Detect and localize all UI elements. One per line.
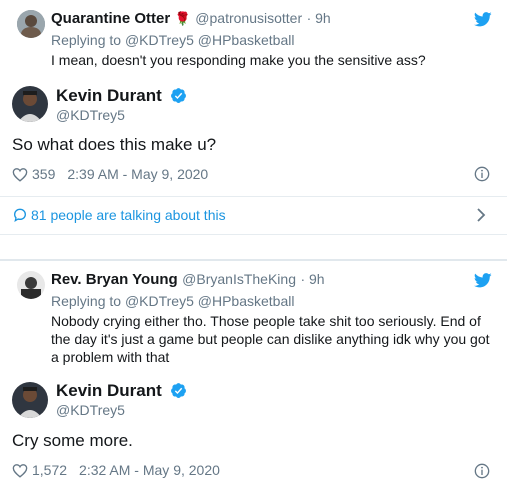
author-handle[interactable]: @KDTrey5 bbox=[56, 107, 125, 123]
tweet-meta: 359 2:39 AM - May 9, 2020 bbox=[12, 166, 208, 182]
timestamp[interactable]: 2:39 AM - May 9, 2020 bbox=[67, 166, 208, 182]
info-icon[interactable] bbox=[474, 463, 490, 479]
tweet-header: Quarantine Otter 🌹 @patronusisotter · 9h bbox=[51, 10, 331, 28]
verified-badge-icon bbox=[171, 383, 187, 398]
tweet-text-line: Nobody crying either tho. Those people t… bbox=[51, 313, 481, 329]
info-icon[interactable] bbox=[474, 166, 490, 182]
speech-bubble-icon bbox=[13, 208, 27, 223]
tweet-time[interactable]: · 9h bbox=[300, 271, 324, 287]
author-handle[interactable]: @BryanIsTheKing bbox=[182, 271, 296, 287]
avatar[interactable] bbox=[12, 382, 48, 418]
replying-to: Replying to @KDTrey5 @HPbasketball bbox=[51, 293, 294, 309]
twitter-bird-icon[interactable] bbox=[474, 12, 492, 27]
tweet-text-line: the day it's just a game but people can … bbox=[51, 331, 490, 347]
author-line: Kevin Durant bbox=[56, 86, 187, 106]
verified-badge-icon bbox=[171, 88, 187, 103]
avatar[interactable] bbox=[12, 86, 48, 122]
like-count[interactable]: 1,572 bbox=[32, 462, 67, 478]
tweet-time[interactable]: · 9h bbox=[307, 10, 331, 26]
tweet-text: So what does this make u? bbox=[12, 135, 217, 154]
author-name[interactable]: Kevin Durant bbox=[56, 86, 162, 105]
replying-prefix: Replying to bbox=[51, 32, 125, 48]
tweet-text: Nobody crying either tho. Those people t… bbox=[51, 312, 490, 366]
replying-handles[interactable]: @KDTrey5 @HPbasketball bbox=[125, 32, 295, 48]
author-name[interactable]: Quarantine Otter bbox=[51, 10, 170, 27]
tweet-text: Cry some more. bbox=[12, 431, 133, 450]
like-count[interactable]: 359 bbox=[32, 166, 55, 182]
replying-prefix: Replying to bbox=[51, 293, 125, 309]
tweet-meta: 1,572 2:32 AM - May 9, 2020 bbox=[12, 462, 220, 478]
twitter-bird-icon[interactable] bbox=[474, 273, 492, 288]
replying-handles[interactable]: @KDTrey5 @HPbasketball bbox=[125, 293, 295, 309]
tweet-text: I mean, doesn't you responding make you … bbox=[51, 52, 426, 68]
heart-icon[interactable] bbox=[12, 167, 28, 182]
author-name[interactable]: Kevin Durant bbox=[56, 381, 162, 400]
heart-icon[interactable] bbox=[12, 463, 28, 478]
tweet-text-line: a problem with that bbox=[51, 349, 170, 365]
avatar[interactable] bbox=[17, 10, 45, 38]
author-name[interactable]: Rev. Bryan Young bbox=[51, 271, 178, 288]
timestamp[interactable]: 2:32 AM - May 9, 2020 bbox=[79, 462, 220, 478]
conversation-link[interactable]: 81 people are talking about this bbox=[0, 197, 507, 233]
talking-count[interactable]: 81 people are talking about this bbox=[31, 207, 226, 223]
author-handle[interactable]: @patronusisotter bbox=[195, 10, 302, 26]
author-handle[interactable]: @KDTrey5 bbox=[56, 402, 125, 418]
replying-to: Replying to @KDTrey5 @HPbasketball bbox=[51, 32, 294, 48]
rose-emoji: 🌹 bbox=[174, 11, 191, 26]
tweet-header: Rev. Bryan Young @BryanIsTheKing · 9h bbox=[51, 271, 325, 289]
divider bbox=[0, 234, 507, 235]
author-line: Kevin Durant bbox=[56, 381, 187, 401]
card-separator bbox=[0, 259, 507, 261]
chevron-right-icon bbox=[477, 208, 486, 222]
avatar[interactable] bbox=[17, 271, 45, 299]
